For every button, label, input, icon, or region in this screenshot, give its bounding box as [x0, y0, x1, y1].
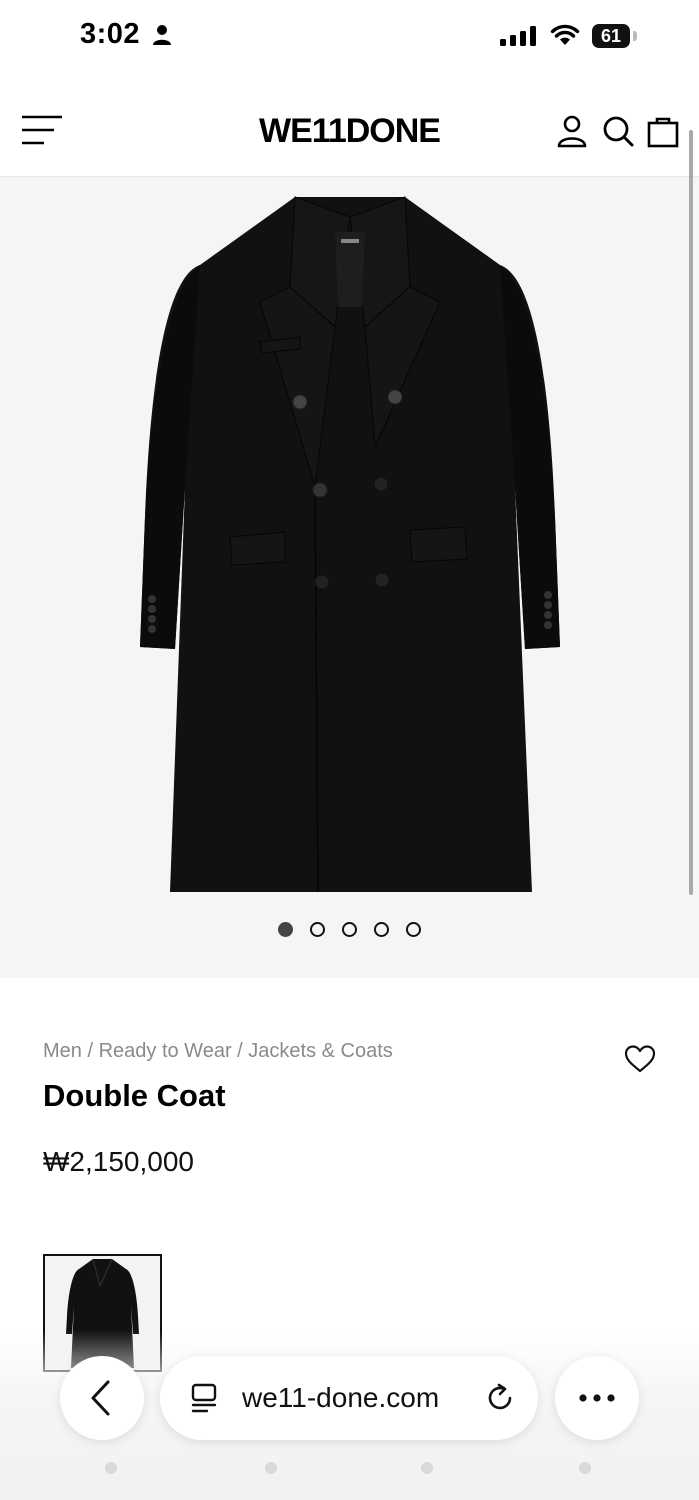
wishlist-heart-icon[interactable]	[624, 1044, 656, 1074]
product-title: Double Coat	[43, 1078, 226, 1113]
faded-icon	[421, 1462, 433, 1474]
gallery-dot[interactable]	[310, 922, 325, 937]
address-bar[interactable]: we11-done.com	[160, 1356, 538, 1440]
battery-cap	[633, 31, 637, 41]
gallery-pagination	[0, 922, 699, 937]
gallery-dot[interactable]	[406, 922, 421, 937]
url-text[interactable]: we11-done.com	[242, 1382, 439, 1414]
ellipsis-icon	[579, 1394, 615, 1402]
account-icon[interactable]	[555, 114, 589, 148]
faded-icon	[579, 1462, 591, 1474]
browser-back-button[interactable]	[60, 1356, 144, 1440]
faded-icon	[105, 1462, 117, 1474]
page-scrollbar[interactable]	[689, 130, 693, 895]
tab-overview-icon[interactable]	[190, 1382, 218, 1414]
brand-logo[interactable]: WE11DONE	[0, 112, 699, 151]
site-header: WE11DONE	[0, 86, 699, 177]
faded-icon	[265, 1462, 277, 1474]
wifi-icon	[550, 24, 580, 45]
search-icon[interactable]	[601, 114, 635, 148]
product-image-gallery[interactable]	[0, 177, 699, 978]
cellular-signal-icon	[500, 26, 536, 46]
status-bar: 3:02 61	[0, 0, 699, 70]
gallery-dot[interactable]	[342, 922, 357, 937]
battery-indicator: 61	[592, 24, 630, 48]
person-icon	[153, 25, 171, 45]
product-image	[140, 196, 560, 893]
status-time: 3:02	[80, 18, 141, 50]
breadcrumb[interactable]: Men / Ready to Wear / Jackets & Coats	[43, 1040, 393, 1063]
more-options-button[interactable]	[555, 1356, 639, 1440]
reload-icon[interactable]	[484, 1382, 516, 1414]
gallery-dot[interactable]	[278, 922, 293, 937]
shopping-bag-icon[interactable]	[646, 114, 680, 148]
chevron-left-icon	[91, 1380, 110, 1416]
product-price: ₩2,150,000	[43, 1146, 194, 1177]
gallery-dot[interactable]	[374, 922, 389, 937]
